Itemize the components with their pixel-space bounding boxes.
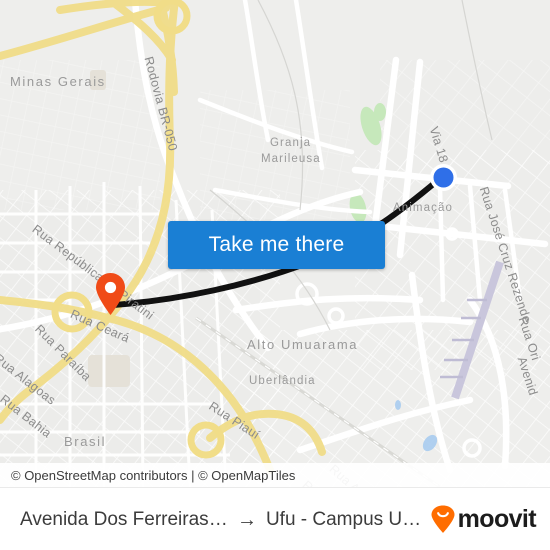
map-attribution: © OpenStreetMap contributors | © OpenMap… <box>0 463 550 487</box>
destination-label: Ufu - Campus Umuar... <box>265 508 430 530</box>
arrow-icon: → <box>236 508 257 531</box>
moovit-logo: moovit <box>430 505 550 534</box>
map-canvas[interactable]: Minas Gerais Granja Marileusa Animação Alto … <box>0 0 550 487</box>
take-me-there-label: Take me there <box>208 233 345 256</box>
moovit-pin-icon <box>431 505 455 533</box>
origin-label: Avenida Dos Ferreiras, 275... <box>20 508 228 530</box>
moovit-map-screenshot: Minas Gerais Granja Marileusa Animação Alto … <box>0 0 550 550</box>
bottom-bar: Avenida Dos Ferreiras, 275... → Ufu - Ca… <box>0 487 550 550</box>
moovit-wordmark: moovit <box>457 505 537 533</box>
attribution-text: © OpenStreetMap contributors | © OpenMap… <box>11 467 296 483</box>
route-title: Avenida Dos Ferreiras, 275... → Ufu - Ca… <box>0 509 430 531</box>
take-me-there-button[interactable]: Take me there <box>168 221 385 269</box>
